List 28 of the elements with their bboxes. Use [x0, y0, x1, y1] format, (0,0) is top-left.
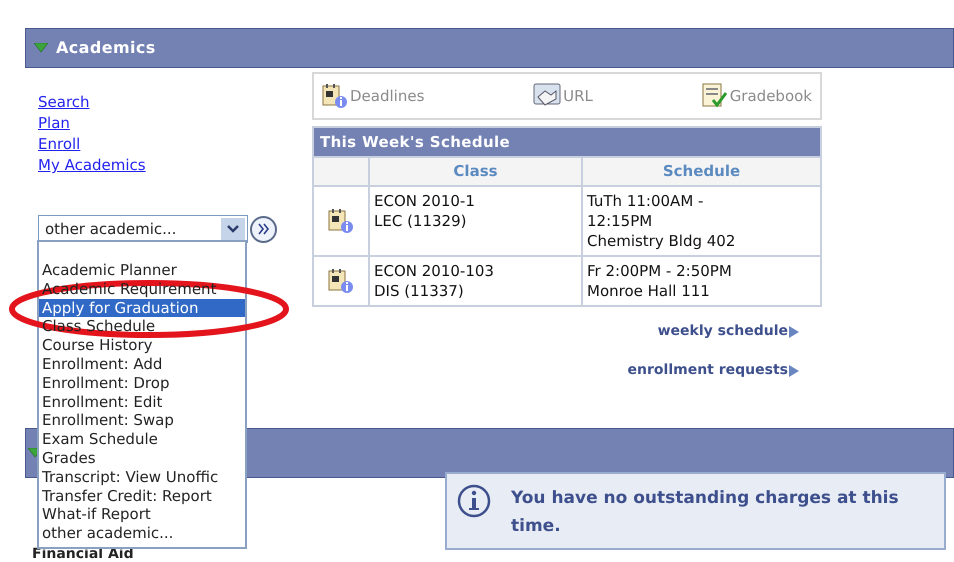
- dropdown-option[interactable]: Enrollment: Add: [39, 354, 245, 374]
- schedule-link[interactable]: enrollment requests: [628, 360, 800, 381]
- dropdown-option[interactable]: Enrollment: Drop: [39, 374, 245, 393]
- table-cell: Fr 2:00PM - 2:50PM Monroe Hall 111: [583, 257, 820, 305]
- section-title: Academics: [56, 37, 156, 59]
- message-text: You have no outstanding charges at this time.: [511, 487, 900, 538]
- dropdown-option[interactable]: What-if Report: [39, 505, 245, 524]
- dropdown-option[interactable]: Enrollment: Swap: [39, 411, 245, 430]
- dropdown-option[interactable]: Enrollment: Edit: [39, 392, 245, 412]
- nav-link[interactable]: Enroll: [38, 134, 80, 155]
- dropdown-option[interactable]: Course History: [39, 336, 245, 355]
- nav-link[interactable]: Search: [38, 92, 90, 113]
- nav-link[interactable]: Plan: [38, 113, 70, 134]
- dropdown-option[interactable]: Transcript: View Unoffic: [39, 468, 245, 487]
- dropdown-option[interactable]: Academic Planner: [39, 261, 245, 280]
- table-cell: ECON 2010-1 LEC (11329): [370, 187, 581, 255]
- column-header: Class: [370, 158, 581, 185]
- dropdown-option[interactable]: Transfer Credit: Report: [39, 486, 245, 506]
- dropdown-option[interactable]: Grades: [39, 448, 245, 468]
- schedule-link[interactable]: weekly schedule: [658, 321, 800, 342]
- dropdown-option[interactable]: Apply for Graduation: [39, 298, 245, 318]
- table-cell: ECON 2010-103 DIS (11337): [370, 257, 581, 305]
- dropdown-option[interactable]: Exam Schedule: [39, 430, 245, 449]
- table-title: This Week's Schedule: [320, 132, 510, 153]
- table-cell: TuTh 11:00AM - 12:15PM Chemistry Bldg 402: [583, 187, 820, 255]
- dropdown-option[interactable]: other academic...: [39, 524, 245, 543]
- nav-link[interactable]: My Academics: [38, 155, 146, 176]
- column-header: Schedule: [583, 158, 820, 185]
